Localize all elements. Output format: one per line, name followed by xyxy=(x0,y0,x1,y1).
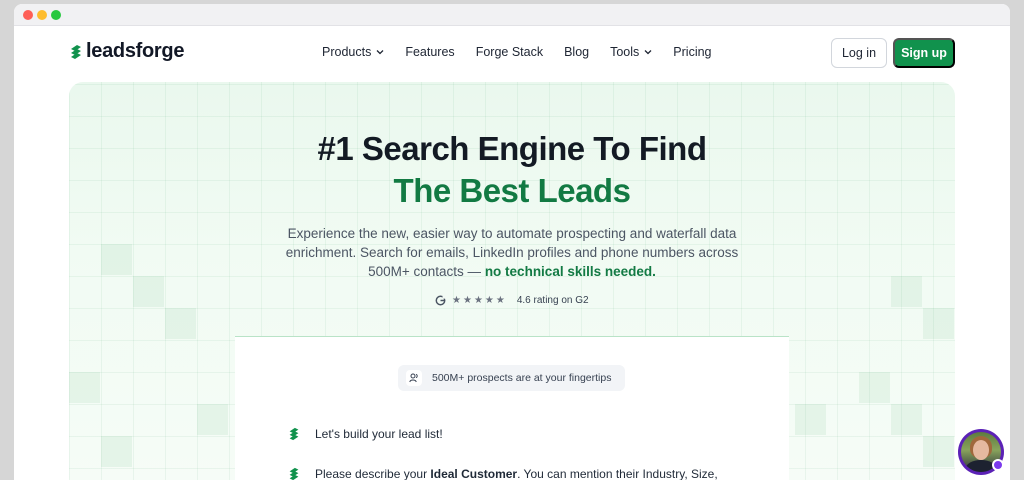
star-icon: ★ xyxy=(452,295,461,306)
star-icon: ★ xyxy=(473,295,483,306)
star-icon: ★ xyxy=(462,295,472,306)
grid-cell xyxy=(101,436,132,467)
chat-message-prefix: Please describe your xyxy=(315,467,431,480)
chat-message-suffix: . You can mention their Industry, Size, xyxy=(517,467,718,480)
online-status-badge xyxy=(992,459,1004,471)
rating-text: 4.6 rating on G2 xyxy=(516,295,589,306)
browser-window: leadsforge Products Features Forge Stack… xyxy=(14,4,1010,480)
hero-subtext: Experience the new, easier way to automa… xyxy=(282,224,742,281)
grid-cell xyxy=(891,404,922,435)
grid-cell xyxy=(101,244,132,275)
chat-message: Let's build your lead list! xyxy=(287,427,443,441)
grid-cell xyxy=(795,404,826,435)
login-button[interactable]: Log in xyxy=(831,38,887,68)
nav-item-blog[interactable]: Blog xyxy=(564,45,589,59)
nav-item-label: Forge Stack xyxy=(475,45,544,59)
chat-message-bold: Ideal Customer xyxy=(430,467,518,480)
brand-logo[interactable]: leadsforge xyxy=(68,40,184,63)
rating-stars: ★ ★ ★ ★ ★ xyxy=(452,295,505,306)
nav-item-pricing[interactable]: Pricing xyxy=(673,45,711,59)
grid-cell xyxy=(859,372,890,403)
grid-cell xyxy=(923,308,954,339)
nav-item-label: Blog xyxy=(564,45,590,59)
nav-item-label: Tools xyxy=(610,45,640,59)
nav-item-label: Products xyxy=(322,45,372,59)
chevron-down-icon xyxy=(644,50,652,55)
g2-icon xyxy=(435,295,446,306)
top-navbar: leadsforge Products Features Forge Stack… xyxy=(14,26,1010,82)
nav-item-forge-stack[interactable]: Forge Stack xyxy=(476,45,543,59)
minimize-window-button[interactable] xyxy=(37,10,47,20)
users-icon xyxy=(406,370,422,386)
nav-item-products[interactable]: Products xyxy=(322,45,384,59)
star-icon: ★ xyxy=(495,295,505,306)
grid-cell xyxy=(891,276,922,307)
window-titlebar xyxy=(14,4,1010,26)
hero-headline: #1 Search Engine To Find xyxy=(317,130,707,167)
avatar-face xyxy=(973,440,989,460)
nav-item-label: Features xyxy=(405,45,455,59)
prospects-badge-text: 500M+ prospects are at your fingertips xyxy=(432,372,612,384)
brand-name: leadsforge xyxy=(86,40,185,62)
grid-cell xyxy=(923,436,954,467)
leadsforge-logo-icon xyxy=(289,427,299,441)
hero-subtext-emphasis: no technical skills needed. xyxy=(484,264,656,279)
g2-rating[interactable]: ★ ★ ★ ★ ★ 4.6 rating on G2 xyxy=(435,295,589,306)
grid-cell xyxy=(165,308,196,339)
chat-message-text: Let's build your lead list! xyxy=(315,427,443,441)
hero-headline-accent: The Best Leads xyxy=(393,172,631,209)
grid-cell xyxy=(69,372,100,403)
close-window-button[interactable] xyxy=(23,10,33,20)
hero-section: #1 Search Engine To Find The Best Leads … xyxy=(69,82,955,480)
grid-cell xyxy=(197,404,228,435)
prospects-badge: 500M+ prospects are at your fingertips xyxy=(398,365,626,391)
maximize-window-button[interactable] xyxy=(51,10,61,20)
leadsforge-logo-icon xyxy=(71,44,81,59)
star-icon: ★ xyxy=(484,295,494,306)
grid-cell xyxy=(133,276,164,307)
lead-builder-chat-panel: 500M+ prospects are at your fingertips L… xyxy=(235,336,789,480)
primary-nav: Products Features Forge Stack Blog Tools… xyxy=(322,45,733,59)
nav-item-tools[interactable]: Tools xyxy=(610,45,652,59)
chevron-down-icon xyxy=(376,50,384,55)
chat-message-text: Please describe your Ideal Customer. You… xyxy=(315,467,718,480)
leadsforge-logo-icon xyxy=(289,467,299,480)
chat-message: Please describe your Ideal Customer. You… xyxy=(287,467,718,480)
nav-item-label: Pricing xyxy=(673,45,712,59)
nav-item-features[interactable]: Features xyxy=(405,45,454,59)
signup-button[interactable]: Sign up xyxy=(893,38,955,68)
